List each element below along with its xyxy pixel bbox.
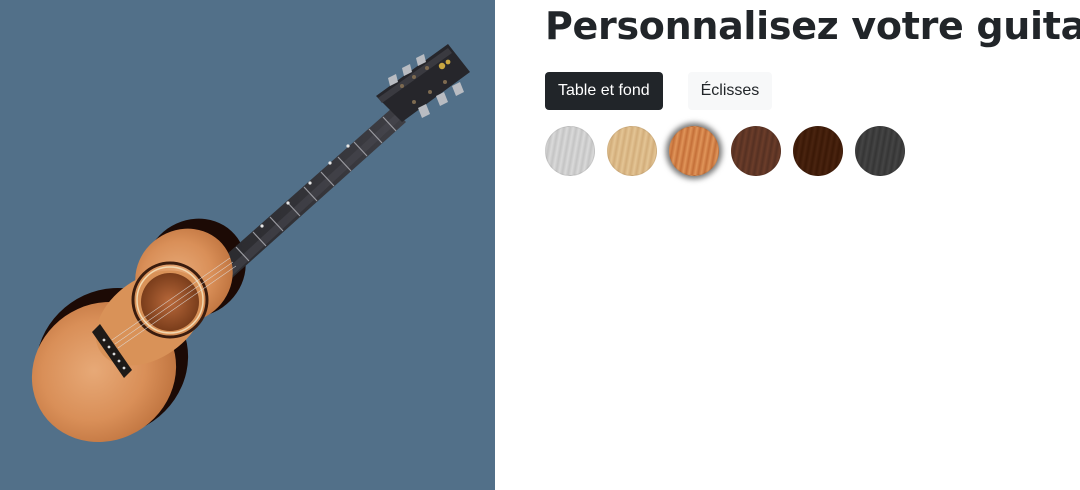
tab-eclisses[interactable]: Éclisses <box>687 72 773 110</box>
swatch-walnut[interactable] <box>731 126 781 176</box>
swatch-cedar[interactable] <box>669 126 719 176</box>
guitar-preview[interactable] <box>0 0 495 490</box>
tab-table-et-fond[interactable]: Table et fond <box>545 72 663 110</box>
customizer-page: Personnalisez votre guitare Table et fon… <box>0 0 1080 490</box>
swatch-silver-grey[interactable] <box>545 126 595 176</box>
swatch-charcoal[interactable] <box>855 126 905 176</box>
part-tabs: Table et fond Éclisses <box>545 72 773 110</box>
customization-panel: Personnalisez votre guitare Table et fon… <box>495 0 1080 490</box>
wood-swatch-list <box>545 126 905 176</box>
page-title: Personnalisez votre guitare <box>545 4 1080 48</box>
swatch-light-maple[interactable] <box>607 126 657 176</box>
guitar-3d-viewer[interactable] <box>0 0 495 490</box>
swatch-dark-rosewood[interactable] <box>793 126 843 176</box>
